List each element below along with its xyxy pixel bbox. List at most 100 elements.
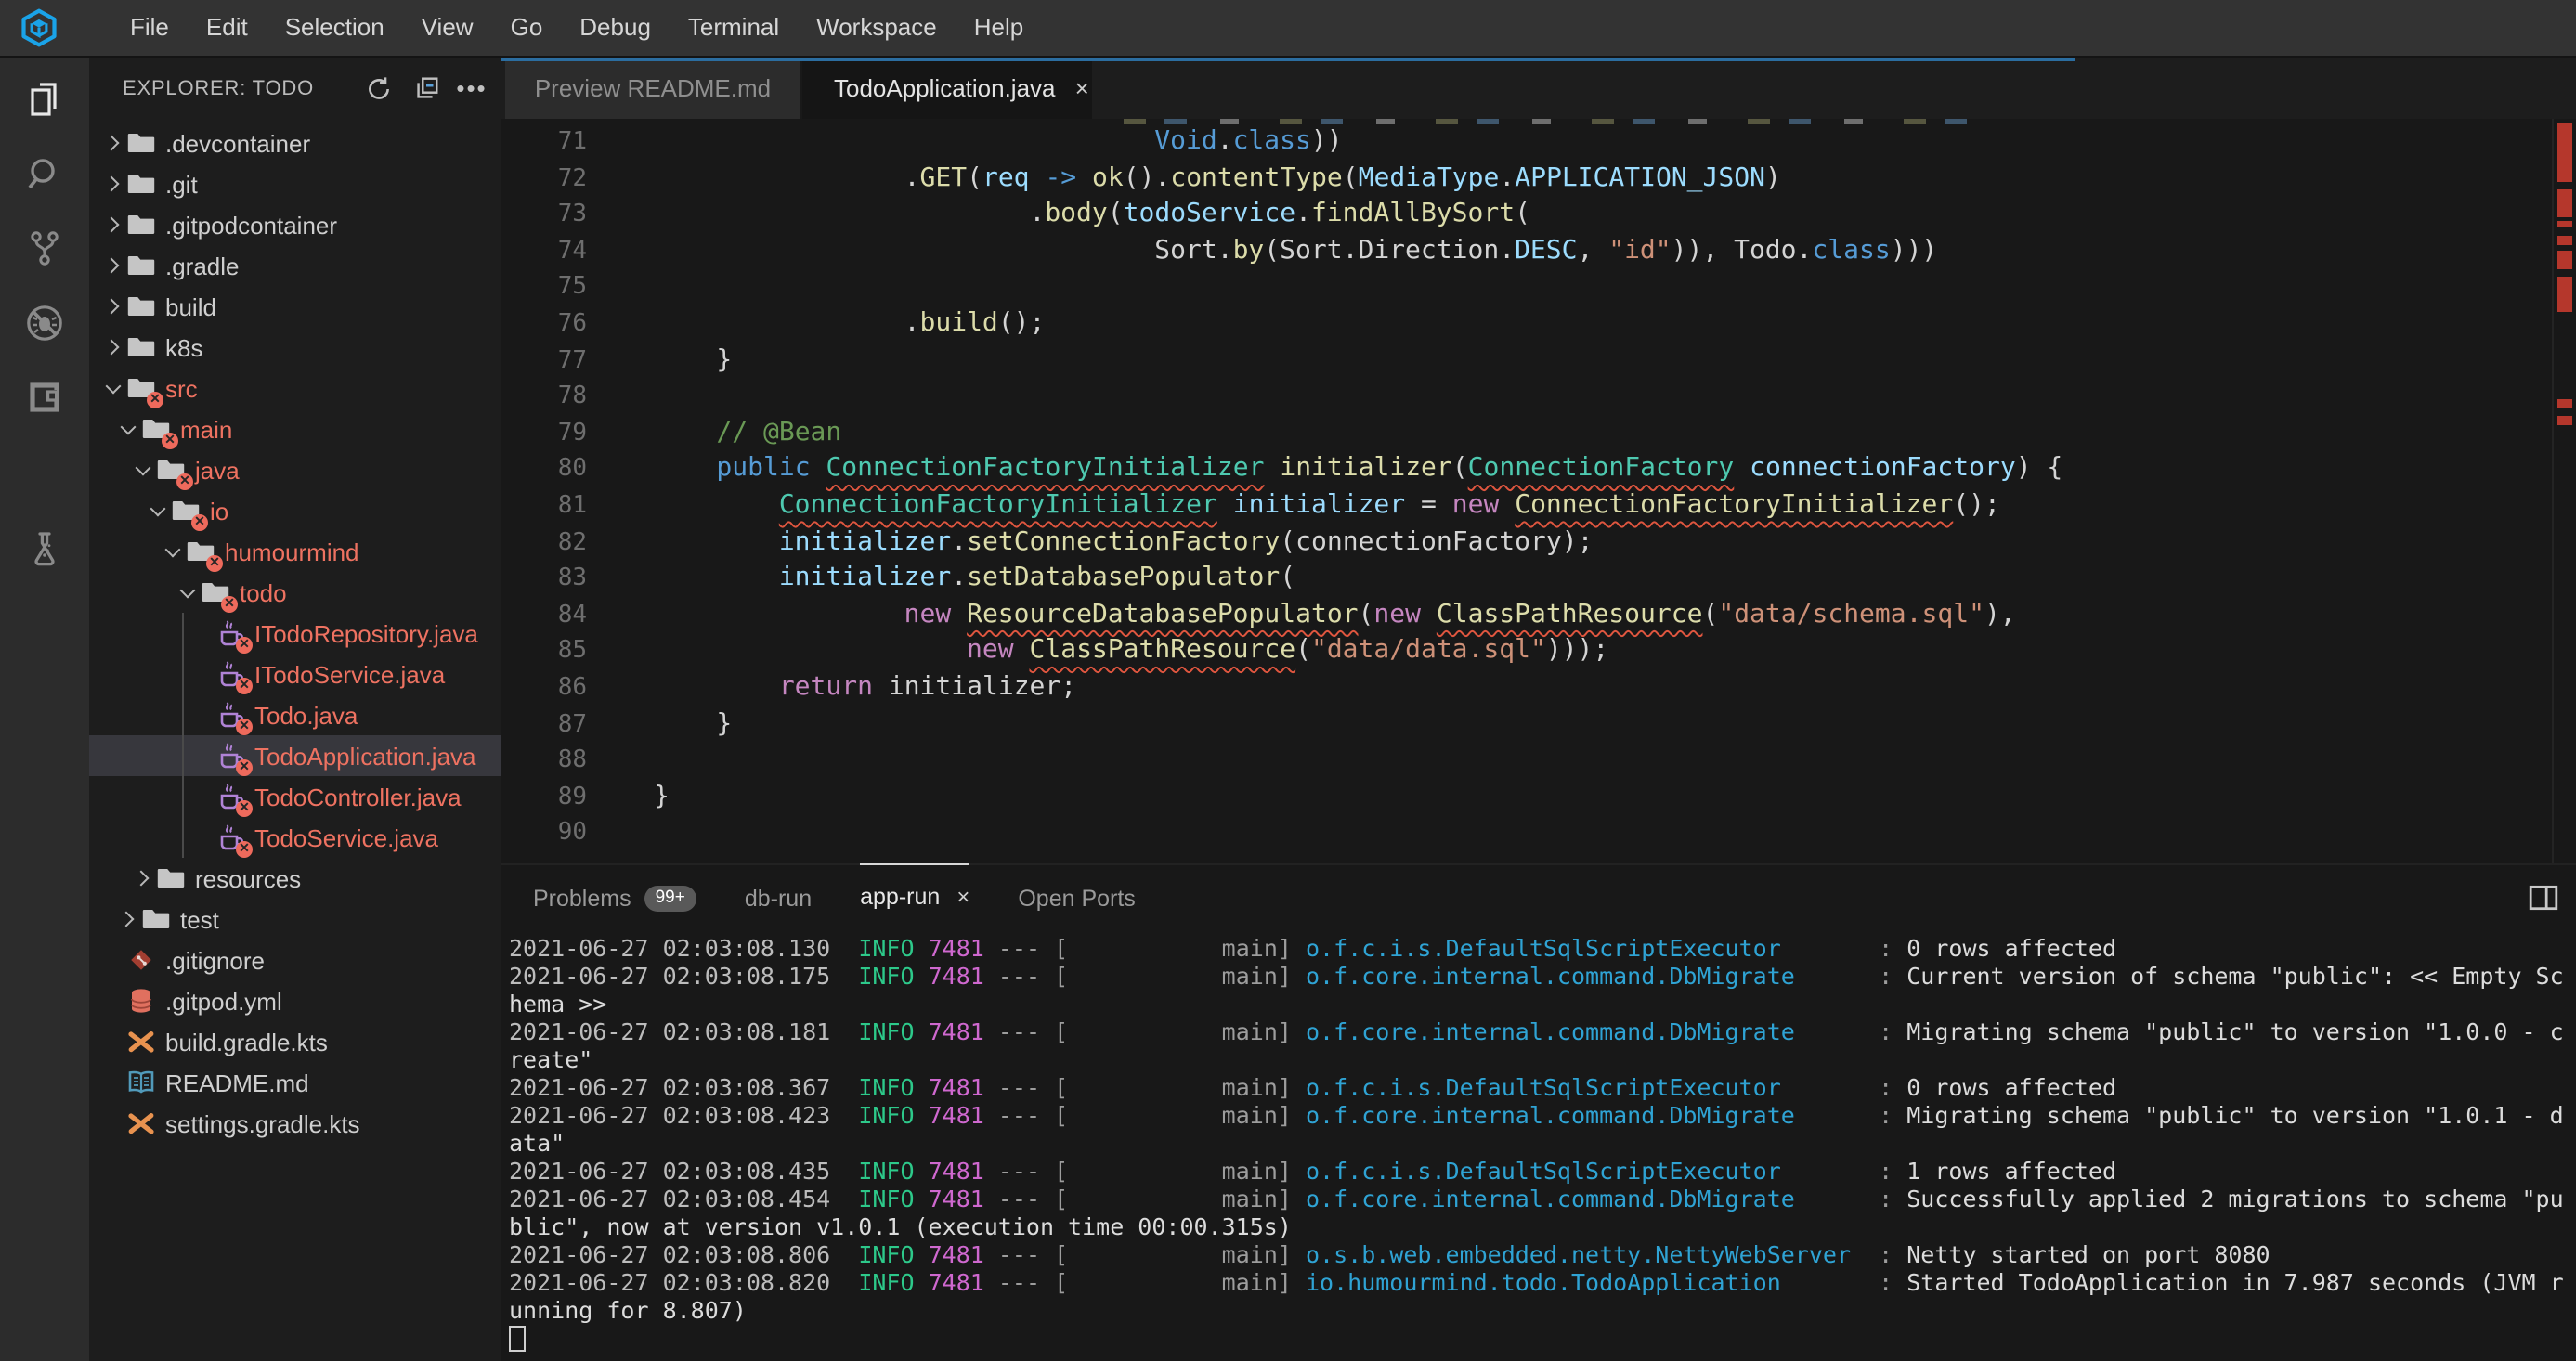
- collapse-all-icon[interactable]: [410, 73, 440, 103]
- split-panel-icon[interactable]: [2528, 882, 2559, 914]
- error-mark: [2557, 221, 2572, 227]
- terminal-line: blic", now at version v1.0.1 (execution …: [509, 1212, 2576, 1240]
- tree-item-k8s[interactable]: k8s: [89, 327, 501, 368]
- folder-icon: ✕: [201, 577, 230, 607]
- panel-tab-problems[interactable]: Problems 99+: [533, 865, 696, 930]
- menu-item-go[interactable]: Go: [492, 0, 562, 56]
- tree-item-.gitignore[interactable]: .gitignore: [89, 940, 501, 980]
- debug-icon[interactable]: [0, 292, 89, 355]
- menu-item-edit[interactable]: Edit: [188, 0, 267, 56]
- tree-item-build.gradle.kts[interactable]: build.gradle.kts: [89, 1021, 501, 1062]
- tree-item-.git[interactable]: .git: [89, 163, 501, 204]
- tree-item-todoservice.java[interactable]: ✕TodoService.java: [89, 817, 501, 858]
- tree-item-resources[interactable]: resources: [89, 858, 501, 899]
- tree-item-itodorepository.java[interactable]: ✕ITodoRepository.java: [89, 613, 501, 654]
- tree-item-test[interactable]: test: [89, 899, 501, 940]
- code-line-80: 80public ConnectionFactoryInitializer in…: [501, 452, 2554, 488]
- explorer-sidebar: EXPLORER: TODO ••• .devcontainer.git .git…: [89, 58, 501, 1361]
- tree-item-todo[interactable]: ✕ todo: [89, 572, 501, 613]
- tree-item-io[interactable]: ✕ io: [89, 490, 501, 531]
- folder-icon: ✕: [156, 455, 186, 485]
- tree-item-readme.md[interactable]: README.md: [89, 1062, 501, 1103]
- code-line-76: 76.build();: [501, 306, 2554, 343]
- editor-top-accent: [501, 58, 2075, 61]
- tree-item-todocontroller.java[interactable]: ✕TodoController.java: [89, 776, 501, 817]
- menu-item-selection[interactable]: Selection: [267, 0, 403, 56]
- tree-item-todo.java[interactable]: ✕Todo.java: [89, 694, 501, 735]
- tree-item-.gradle[interactable]: .gradle: [89, 245, 501, 286]
- tab-todoapplication[interactable]: TodoApplication.java ×: [802, 58, 1092, 119]
- folder-icon: ✕: [171, 496, 201, 525]
- tree-item-build[interactable]: build: [89, 286, 501, 327]
- more-actions-icon[interactable]: •••: [457, 73, 487, 103]
- menu-item-terminal[interactable]: Terminal: [670, 0, 798, 56]
- code-editor[interactable]: 71Void.class))72.GET(req -> ok().content…: [501, 119, 2576, 863]
- chevron-down-icon: [145, 498, 171, 524]
- menubar: FileEditSelectionViewGoDebugTerminalWork…: [111, 0, 1042, 56]
- tree-item-.gitpodcontainer[interactable]: .gitpodcontainer: [89, 204, 501, 245]
- code-line-73: 73.body(todoService.findAllBySort(: [501, 197, 2554, 233]
- code-line-87: 87}: [501, 706, 2554, 743]
- menu-item-file[interactable]: File: [111, 0, 188, 56]
- error-mark: [2557, 137, 2572, 182]
- tree-item-src[interactable]: ✕src: [89, 368, 501, 408]
- error-mark: [2557, 251, 2572, 269]
- files-icon[interactable]: [0, 69, 89, 132]
- tree-item-label: todo: [240, 578, 287, 606]
- line-number: 89: [501, 779, 587, 815]
- refresh-icon[interactable]: [364, 73, 394, 103]
- search-icon[interactable]: [0, 143, 89, 206]
- tree-item-todoapplication.java[interactable]: ✕TodoApplication.java: [89, 735, 501, 776]
- line-number: 88: [501, 743, 587, 779]
- error-badge: ✕: [162, 433, 178, 449]
- close-icon[interactable]: ×: [956, 885, 969, 911]
- line-number: 71: [501, 124, 587, 161]
- menu-item-debug[interactable]: Debug: [561, 0, 670, 56]
- tree-item-label: .gradle: [165, 252, 240, 279]
- line-number: 85: [501, 634, 587, 670]
- menu-item-workspace[interactable]: Workspace: [798, 0, 956, 56]
- tree-item-label: java: [195, 456, 240, 484]
- tree-item-.gitpod.yml[interactable]: .gitpod.yml: [89, 980, 501, 1021]
- tree-item-settings.gradle.kts[interactable]: settings.gradle.kts: [89, 1103, 501, 1144]
- line-number: 75: [501, 270, 587, 306]
- chevron-right-icon: [130, 865, 156, 891]
- panel-tab-app-run[interactable]: app-run ×: [860, 864, 969, 929]
- plugins-icon[interactable]: [0, 366, 89, 429]
- tree-item-label: ITodoRepository.java: [254, 619, 478, 647]
- terminal-line: [509, 1324, 2576, 1352]
- code-line-74: 74Sort.by(Sort.Direction.DESC, "id")), T…: [501, 234, 2554, 270]
- chevron-right-icon: [100, 171, 126, 197]
- tree-item-label: .gitpodcontainer: [165, 211, 337, 239]
- tree-item-.devcontainer[interactable]: .devcontainer: [89, 123, 501, 163]
- tree-item-java[interactable]: ✕ java: [89, 449, 501, 490]
- terminal-cursor: [509, 1325, 526, 1351]
- tree-item-label: Todo.java: [254, 701, 358, 729]
- panel-tab-db-run[interactable]: db-run: [745, 865, 812, 930]
- test-flask-icon[interactable]: [0, 518, 89, 581]
- tree-item-humourmind[interactable]: ✕humourmind: [89, 531, 501, 572]
- panel-tab-open-ports[interactable]: Open Ports: [1018, 865, 1135, 930]
- explorer-header: EXPLORER: TODO •••: [89, 58, 501, 119]
- tree-item-label: io: [210, 497, 228, 525]
- code-line-82: 82initializer.setConnectionFactory(conne…: [501, 525, 2554, 561]
- code-line-72: 72.GET(req -> ok().contentType(MediaType…: [501, 161, 2554, 197]
- tab-preview-readme[interactable]: Preview README.md: [505, 58, 802, 119]
- tree-item-label: src: [165, 374, 198, 402]
- terminal-line: 2021-06-27 02:03:08.423 INFO 7481 --- [ …: [509, 1101, 2576, 1129]
- folder-icon: ✕: [141, 414, 171, 444]
- overview-ruler[interactable]: [2552, 119, 2576, 863]
- source-control-icon[interactable]: [0, 217, 89, 280]
- java-file-icon: ✕: [215, 782, 245, 811]
- menu-item-view[interactable]: View: [403, 0, 492, 56]
- terminal-output[interactable]: 2021-06-27 02:03:08.130 INFO 7481 --- [ …: [501, 930, 2576, 1361]
- chevron-right-icon: [115, 906, 141, 932]
- menu-item-help[interactable]: Help: [956, 0, 1043, 56]
- close-icon[interactable]: ×: [1073, 74, 1093, 102]
- tree-item-itodoservice.java[interactable]: ✕ITodoService.java: [89, 654, 501, 694]
- tree-item-main[interactable]: ✕main: [89, 408, 501, 449]
- terminal-line: reate": [509, 1045, 2576, 1073]
- code-line-83: 83initializer.setDatabasePopulator(: [501, 561, 2554, 597]
- chevron-right-icon: [100, 334, 126, 360]
- terminal-line: 2021-06-27 02:03:08.435 INFO 7481 --- [ …: [509, 1157, 2576, 1185]
